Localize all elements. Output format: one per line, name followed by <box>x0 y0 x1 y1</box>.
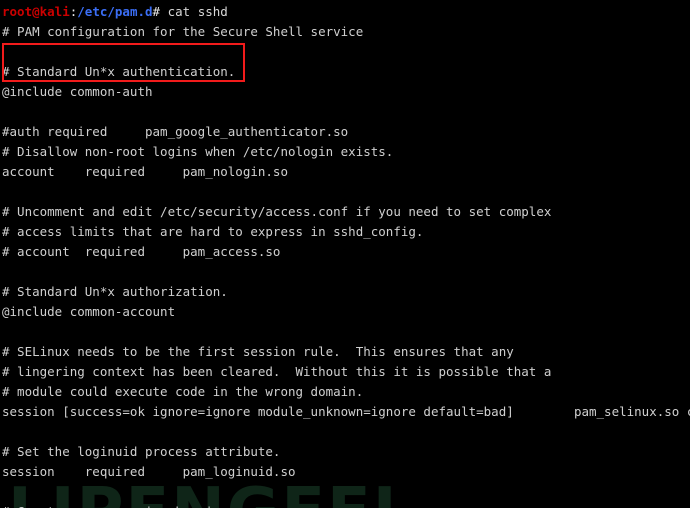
output-blank-line <box>2 262 690 282</box>
output-line: @include common-account <box>2 304 176 319</box>
prompt-symbol: # <box>152 4 161 19</box>
terminal-window[interactable]: LIPENGFEI root@kali:/etc/pam.d# cat sshd… <box>0 0 690 508</box>
output-blank-line <box>2 42 690 62</box>
output-line: session [success=ok ignore=ignore module… <box>2 404 690 419</box>
output-line: # SELinux needs to be the first session … <box>2 344 514 359</box>
output-line: # Standard Un*x authentication. <box>2 64 236 79</box>
output-blank-line <box>2 422 690 442</box>
prompt-line: root@kali:/etc/pam.d# cat sshd <box>2 2 690 22</box>
output-line: # account required pam_access.so <box>2 244 281 259</box>
output-blank-line <box>2 322 690 342</box>
output-line: # Create a new session keyring. <box>2 502 690 508</box>
output-blank-line <box>2 102 690 122</box>
output-line: # Uncomment and edit /etc/security/acces… <box>2 204 552 219</box>
output-line: session required pam_loginuid.so <box>2 464 296 479</box>
prompt-user-host: root@kali <box>2 4 70 19</box>
output-line: # Set the loginuid process attribute. <box>2 444 281 459</box>
prompt-command: cat sshd <box>160 4 228 19</box>
output-line: # module could execute code in the wrong… <box>2 384 364 399</box>
prompt-path: /etc/pam.d <box>77 4 153 19</box>
output-line: # lingering context has been cleared. Wi… <box>2 364 552 379</box>
output-line: # Standard Un*x authorization. <box>2 284 228 299</box>
command-output: # PAM configuration for the Secure Shell… <box>2 22 690 508</box>
output-line: # access limits that are hard to express… <box>2 224 424 239</box>
output-line: # Disallow non-root logins when /etc/nol… <box>2 144 394 159</box>
output-line: account required pam_nologin.so <box>2 164 288 179</box>
terminal-screen[interactable]: root@kali:/etc/pam.d# cat sshd # PAM con… <box>0 0 690 508</box>
output-line: #auth required pam_google_authenticator.… <box>2 124 349 139</box>
output-line: @include common-auth <box>2 84 153 99</box>
output-blank-line <box>2 482 690 502</box>
output-blank-line <box>2 182 690 202</box>
output-line: # PAM configuration for the Secure Shell… <box>2 24 364 39</box>
